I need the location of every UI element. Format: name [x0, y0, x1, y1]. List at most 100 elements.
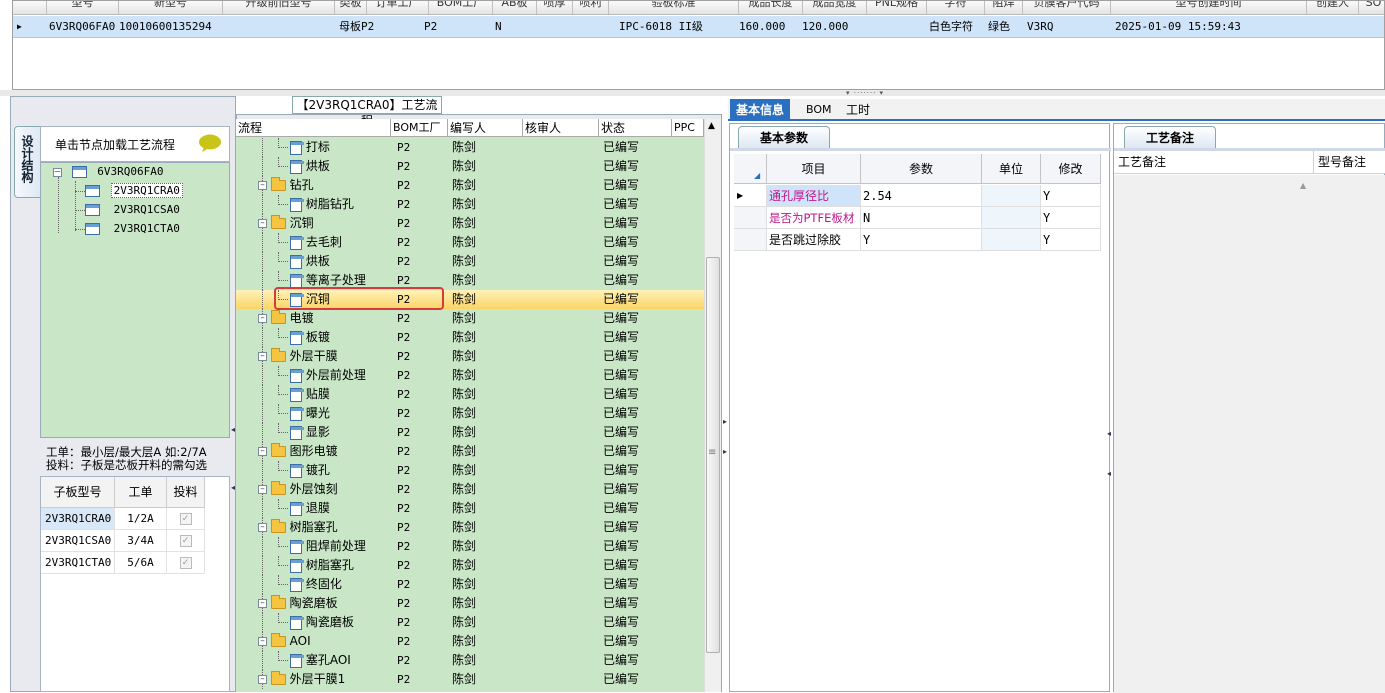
- tree-node[interactable]: 2V3RQ1CTA0: [85, 220, 183, 238]
- tab-design-structure[interactable]: 设计结构: [14, 126, 40, 198]
- grid-header-board-type[interactable]: 类板: [335, 1, 367, 14]
- notes-header-process[interactable]: 工艺备注: [1114, 151, 1314, 174]
- tree-root[interactable]: – 6V3RQ06FA0: [53, 163, 163, 181]
- tab-bom[interactable]: BOM: [806, 99, 832, 121]
- scroll-up-icon[interactable]: ▲: [708, 121, 715, 131]
- param-item[interactable]: 通孔厚径比: [767, 185, 861, 207]
- sub-cell-model[interactable]: 2V3RQ1CRA0: [41, 508, 115, 530]
- grid-header-creator[interactable]: 创建人: [1307, 1, 1359, 14]
- param-unit[interactable]: [982, 185, 1041, 207]
- process-row[interactable]: – AOI P2 陈剑 已编写: [236, 632, 704, 651]
- process-row[interactable]: – 陶瓷磨板 P2 陈剑 已编写: [236, 594, 704, 613]
- process-row[interactable]: 贴膜 P2 陈剑 已编写: [236, 385, 704, 404]
- param-item[interactable]: 是否为PTFE板材: [767, 207, 861, 229]
- sub-header-model[interactable]: 子板型号: [41, 477, 115, 508]
- basic-params-title[interactable]: 基本参数: [738, 126, 830, 148]
- collapse-icon[interactable]: –: [258, 485, 267, 494]
- col-header-bom-factory[interactable]: BOM工厂: [391, 119, 448, 137]
- process-row[interactable]: 陶瓷磨板 P2 陈剑 已编写: [236, 613, 704, 632]
- params-header-item[interactable]: 项目: [767, 154, 861, 184]
- sub-header-feed[interactable]: 投料: [167, 477, 205, 508]
- process-row[interactable]: 树脂钻孔 P2 陈剑 已编写: [236, 195, 704, 214]
- param-unit[interactable]: [982, 207, 1041, 229]
- grid-header-spray[interactable]: 喷利: [573, 1, 609, 14]
- collapse-icon[interactable]: –: [258, 675, 267, 684]
- sub-cell-order[interactable]: 3/4A: [115, 530, 167, 552]
- process-row[interactable]: 外层前处理 P2 陈剑 已编写: [236, 366, 704, 385]
- collapse-icon[interactable]: –: [258, 599, 267, 608]
- col-header-reviewer[interactable]: 核审人: [523, 119, 599, 137]
- process-row[interactable]: 板镀 P2 陈剑 已编写: [236, 328, 704, 347]
- process-row[interactable]: – 钻孔 P2 陈剑 已编写: [236, 176, 704, 195]
- param-value[interactable]: N: [861, 207, 982, 229]
- grid-header-old-model[interactable]: 升级前旧型号: [223, 1, 335, 14]
- param-edit[interactable]: Y: [1041, 229, 1101, 251]
- process-row[interactable]: – 外层蚀刻 P2 陈剑 已编写: [236, 480, 704, 499]
- sub-header-order[interactable]: 工单: [115, 477, 167, 508]
- notes-header-model[interactable]: 型号备注: [1314, 151, 1385, 174]
- process-row[interactable]: 显影 P2 陈剑 已编写: [236, 423, 704, 442]
- col-header-author[interactable]: 编写人: [448, 119, 523, 137]
- process-scrollbar[interactable]: ▲ ≡: [704, 119, 721, 692]
- grid-header-solder[interactable]: 阻焊: [985, 1, 1023, 14]
- checkbox-checked-icon[interactable]: ✓: [179, 557, 192, 569]
- process-row[interactable]: – 外层干膜1 P2 陈剑 已编写: [236, 670, 704, 689]
- process-row[interactable]: – 外层干膜 P2 陈剑 已编写: [236, 347, 704, 366]
- process-row[interactable]: 去毛刺 P2 陈剑 已编写: [236, 233, 704, 252]
- scroll-up-icon[interactable]: ▲: [1300, 181, 1306, 190]
- process-row[interactable]: – 树脂塞孔 P2 陈剑 已编写: [236, 518, 704, 537]
- process-row[interactable]: 烘板 P2 陈剑 已编写: [236, 252, 704, 271]
- sub-cell-feed[interactable]: ✓: [167, 530, 205, 552]
- param-value[interactable]: Y: [861, 229, 982, 251]
- notes-process-textarea[interactable]: ▲: [1114, 175, 1314, 693]
- tree-node[interactable]: 2V3RQ1CSA0: [85, 201, 183, 219]
- grid-header-width[interactable]: 成品宽度: [803, 1, 867, 14]
- sub-cell-model[interactable]: 2V3RQ1CTA0: [41, 552, 115, 574]
- grid-header-cust-code[interactable]: 负膜客户代码: [1023, 1, 1111, 14]
- grid-header-pnl[interactable]: PNL规格: [867, 1, 927, 14]
- collapse-icon[interactable]: –: [53, 167, 62, 177]
- params-header-edit[interactable]: 修改: [1041, 154, 1101, 184]
- grid-header-standard[interactable]: 验板标准: [609, 1, 739, 14]
- tab-process-flow[interactable]: 【2V3RQ1CRA0】工艺流程: [292, 96, 442, 128]
- splitter-arrow-icon[interactable]: ▸: [723, 448, 728, 456]
- process-row[interactable]: 烘板 P2 陈剑 已编写: [236, 157, 704, 176]
- params-header-unit[interactable]: 单位: [982, 154, 1041, 184]
- sub-cell-feed[interactable]: ✓: [167, 508, 205, 530]
- grid-header-order-factory[interactable]: 订单工厂: [367, 1, 429, 14]
- process-row[interactable]: – 沉铜 P2 陈剑 已编写: [236, 214, 704, 233]
- collapse-icon[interactable]: –: [258, 447, 267, 456]
- collapse-icon[interactable]: –: [258, 181, 267, 190]
- grid-header-new-model[interactable]: 新型号: [119, 1, 223, 14]
- col-header-status[interactable]: 状态: [599, 119, 672, 137]
- sub-cell-feed[interactable]: ✓: [167, 552, 205, 574]
- collapse-icon[interactable]: –: [258, 637, 267, 646]
- collapse-icon[interactable]: –: [258, 523, 267, 532]
- process-row[interactable]: – 图形电镀 P2 陈剑 已编写: [236, 442, 704, 461]
- model-grid-row[interactable]: ▶ 6V3RQ06FA0 10010600135294 母板 P2 P2 N I…: [13, 16, 1384, 38]
- param-value[interactable]: 2.54: [861, 185, 982, 207]
- tab-hours[interactable]: 工时: [846, 99, 870, 121]
- grid-header-spray-thick[interactable]: 喷厚: [537, 1, 573, 14]
- grid-header-created[interactable]: 型号创建时间: [1111, 1, 1307, 14]
- notes-model-textarea[interactable]: [1314, 175, 1385, 693]
- col-header-flow[interactable]: 流程: [236, 119, 391, 137]
- grid-header-bom-factory[interactable]: BOM工厂: [429, 1, 493, 14]
- checkbox-checked-icon[interactable]: ✓: [179, 535, 192, 547]
- collapse-icon[interactable]: –: [258, 314, 267, 323]
- sub-cell-order[interactable]: 1/2A: [115, 508, 167, 530]
- splitter-arrow-icon[interactable]: ◂: [1107, 430, 1112, 438]
- param-unit[interactable]: [982, 229, 1041, 251]
- sub-cell-model[interactable]: 2V3RQ1CSA0: [41, 530, 115, 552]
- process-row[interactable]: 塞孔AOI P2 陈剑 已编写: [236, 651, 704, 670]
- params-header-value[interactable]: 参数: [861, 154, 982, 184]
- col-header-ppc[interactable]: PPC: [672, 119, 704, 137]
- tab-basic-info[interactable]: 基本信息: [730, 99, 791, 121]
- collapse-icon[interactable]: –: [258, 352, 267, 361]
- process-row[interactable]: 打标 P2 陈剑 已编写: [236, 138, 704, 157]
- grid-header-model[interactable]: 型号: [47, 1, 119, 14]
- process-row[interactable]: 曝光 P2 陈剑 已编写: [236, 404, 704, 423]
- param-edit[interactable]: Y: [1041, 207, 1101, 229]
- splitter-arrow-icon[interactable]: ▸: [723, 418, 728, 426]
- grid-header-so[interactable]: SO: [1359, 1, 1384, 14]
